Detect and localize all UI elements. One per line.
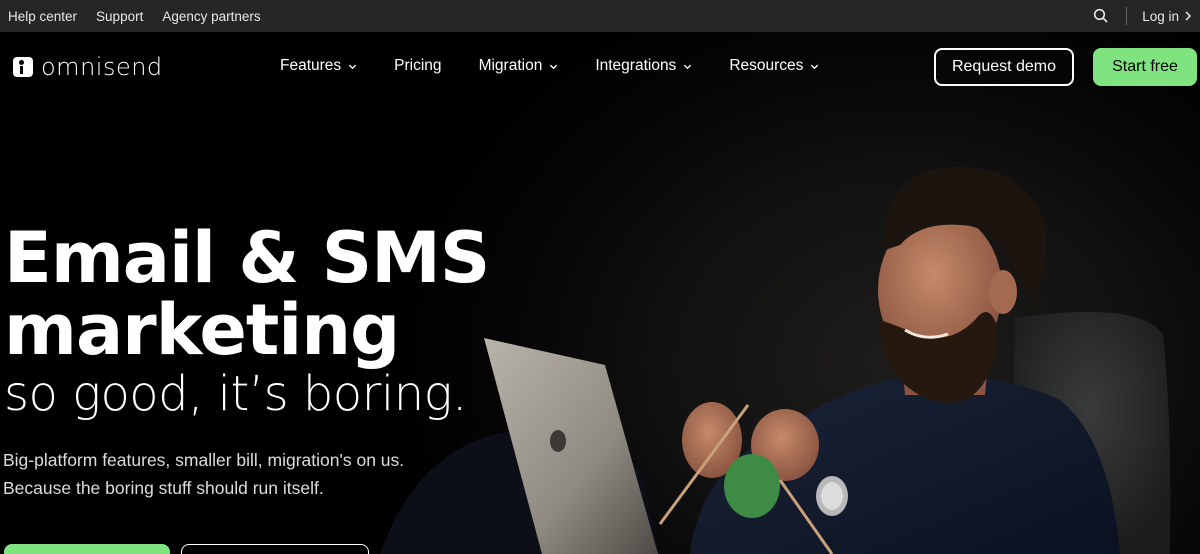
hero-subtext: Big-platform features, smaller bill, mig…: [3, 446, 404, 502]
hero-primary-cta-button[interactable]: [4, 544, 170, 554]
nav-menu: Features Pricing Migration Integrations …: [280, 57, 856, 75]
request-demo-button[interactable]: Request demo: [934, 48, 1074, 86]
nav-item-label: Pricing: [394, 57, 442, 74]
hero-secondary-cta-button[interactable]: [181, 544, 369, 554]
main-nav: omnisend Features Pricing Migration Inte…: [0, 32, 1200, 102]
headline-line-1: Email & SMS: [4, 217, 490, 299]
nav-item-pricing[interactable]: Pricing: [394, 57, 441, 75]
nav-item-features[interactable]: Features: [280, 57, 357, 75]
utility-right: Log in: [1093, 7, 1192, 25]
nav-item-label: Resources: [729, 57, 804, 74]
subtext-line-1: Big-platform features, smaller bill, mig…: [3, 450, 405, 470]
divider: [1126, 7, 1128, 25]
nav-item-label: Integrations: [595, 57, 677, 74]
help-center-link[interactable]: Help center: [8, 9, 77, 24]
nav-item-resources[interactable]: Resources: [729, 57, 819, 75]
agency-partners-link[interactable]: Agency partners: [162, 9, 260, 24]
brand-logo[interactable]: omnisend: [13, 53, 163, 81]
search-icon[interactable]: [1093, 8, 1109, 24]
chevron-down-icon: [349, 64, 357, 69]
nav-item-label: Features: [280, 57, 342, 74]
nav-item-label: Migration: [478, 57, 543, 74]
utility-bar: Help center Support Agency partners Log …: [0, 0, 1200, 32]
brand-name: omnisend: [41, 53, 163, 81]
nav-item-integrations[interactable]: Integrations: [595, 57, 692, 75]
chevron-down-icon: [811, 64, 819, 69]
subtext-line-2: Because the boring stuff should run itse…: [3, 478, 324, 498]
chevron-down-icon: [684, 64, 692, 69]
login-link[interactable]: Log in: [1142, 9, 1192, 24]
start-free-button[interactable]: Start free: [1093, 48, 1197, 86]
chevron-right-icon: [1185, 11, 1192, 21]
omnisend-logo-icon: [13, 57, 33, 77]
login-label: Log in: [1142, 8, 1179, 24]
hero-tagline: so good, it’s boring.: [4, 366, 467, 422]
utility-links: Help center Support Agency partners: [8, 9, 261, 24]
hero-headline: Email & SMS marketing: [4, 217, 490, 371]
nav-item-migration[interactable]: Migration: [479, 57, 559, 75]
chevron-down-icon: [550, 64, 558, 69]
headline-line-2: marketing: [4, 289, 400, 371]
support-link[interactable]: Support: [96, 9, 143, 24]
